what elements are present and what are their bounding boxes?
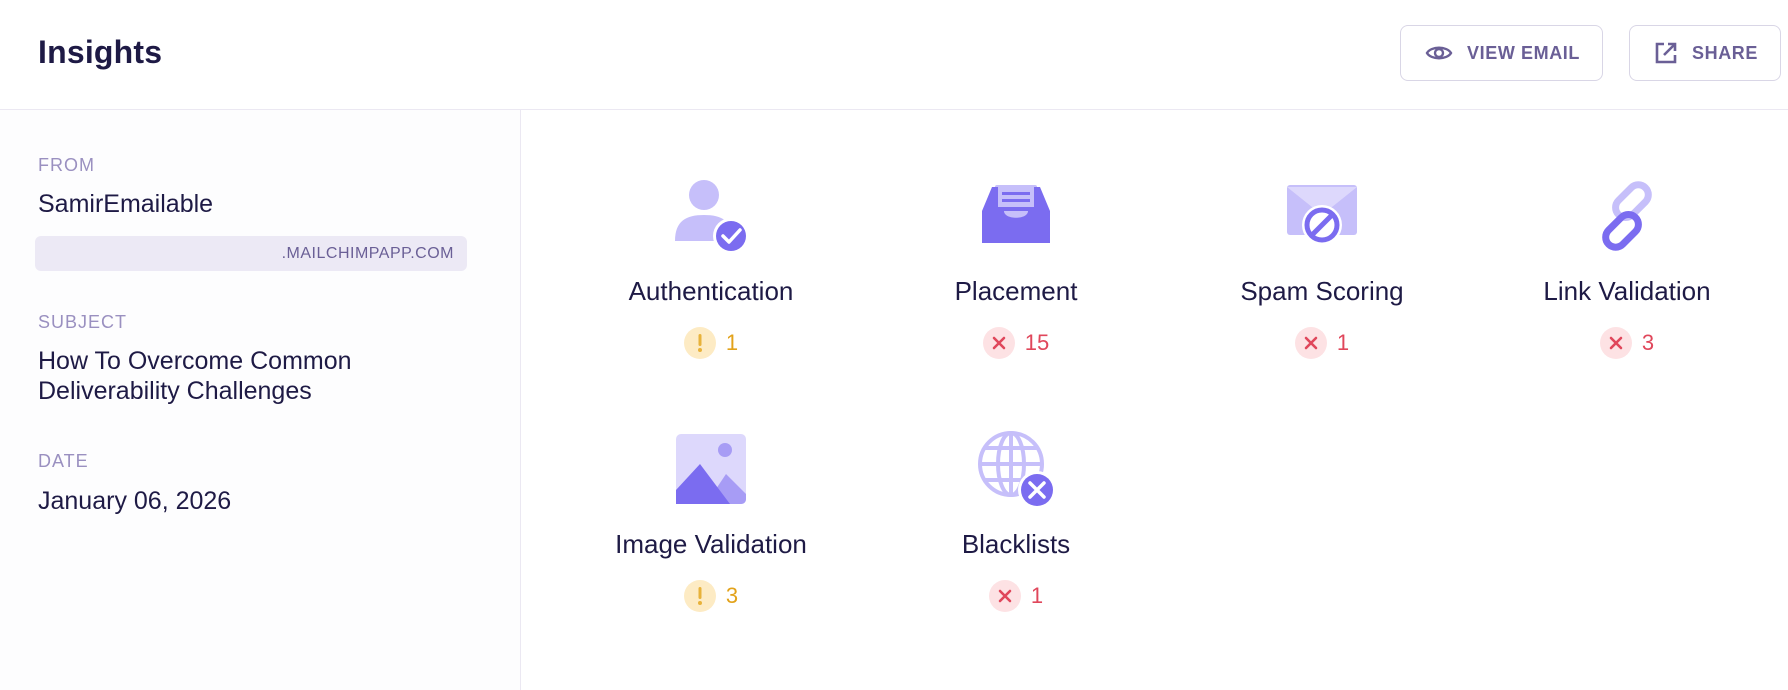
share-button[interactable]: SHARE xyxy=(1629,25,1781,81)
eye-icon xyxy=(1425,43,1453,63)
tile-image-validation[interactable]: Image Validation 3 xyxy=(581,433,841,612)
subject-line-1: How To Overcome Common xyxy=(38,347,352,375)
tile-authentication-count: 1 xyxy=(725,330,739,355)
tile-blacklists-count: 1 xyxy=(1030,583,1044,608)
error-x-icon xyxy=(1294,327,1327,359)
tile-image-validation-name: Image Validation xyxy=(615,529,807,559)
error-x-icon xyxy=(982,327,1015,359)
warning-icon xyxy=(683,327,716,359)
subject-value: How To Overcome Common Deliverability Ch… xyxy=(38,346,352,406)
date-label: DATE xyxy=(38,451,89,471)
envelope-ban-icon xyxy=(1281,175,1363,262)
tile-placement-name: Placement xyxy=(954,276,1078,306)
link-icon xyxy=(1586,175,1668,262)
from-domain: .MAILCHIMPAPP.COM xyxy=(35,236,467,271)
error-x-icon xyxy=(988,580,1021,612)
external-link-icon xyxy=(1654,41,1678,65)
tile-authentication[interactable]: Authentication 1 xyxy=(581,180,841,359)
main-content: FROM SamirEmailable .MAILCHIMPAPP.COM SU… xyxy=(0,110,1788,690)
warning-icon xyxy=(683,580,716,612)
email-details-sidebar: FROM SamirEmailable .MAILCHIMPAPP.COM SU… xyxy=(0,110,521,690)
tile-link-validation[interactable]: Link Validation 3 xyxy=(1497,180,1757,359)
tile-placement[interactable]: Placement 15 xyxy=(886,180,1146,359)
tile-authentication-name: Authentication xyxy=(628,276,794,306)
from-domain-text: .MAILCHIMPAPP.COM xyxy=(281,244,454,262)
share-label: SHARE xyxy=(1692,42,1759,63)
tile-link-validation-name: Link Validation xyxy=(1543,276,1711,306)
view-email-label: VIEW EMAIL xyxy=(1467,42,1580,63)
tile-placement-count: 15 xyxy=(1024,330,1050,355)
page-title: Insights xyxy=(38,34,163,70)
user-check-icon xyxy=(670,175,752,262)
subject-line-2: Deliverability Challenges xyxy=(38,377,312,405)
image-icon xyxy=(670,428,752,515)
from-label: FROM xyxy=(38,155,95,175)
tile-link-validation-count: 3 xyxy=(1641,330,1655,355)
inbox-tray-icon xyxy=(975,175,1057,262)
tile-spam-scoring-name: Spam Scoring xyxy=(1240,276,1404,306)
tile-spam-scoring-count: 1 xyxy=(1336,330,1350,355)
tile-blacklists[interactable]: Blacklists 1 xyxy=(886,431,1146,612)
globe-x-icon xyxy=(975,428,1057,515)
from-value: SamirEmailable xyxy=(38,190,214,218)
tile-blacklists-name: Blacklists xyxy=(961,529,1071,559)
date-value: January 06, 2026 xyxy=(38,487,232,515)
tile-spam-scoring[interactable]: Spam Scoring 1 xyxy=(1192,180,1452,359)
error-x-icon xyxy=(1599,327,1632,359)
view-email-button[interactable]: VIEW EMAIL xyxy=(1400,25,1603,81)
tile-image-validation-count: 3 xyxy=(725,583,739,608)
subject-label: SUBJECT xyxy=(38,312,128,332)
page-header: Insights VIEW EMAIL SHARE xyxy=(0,0,1788,110)
